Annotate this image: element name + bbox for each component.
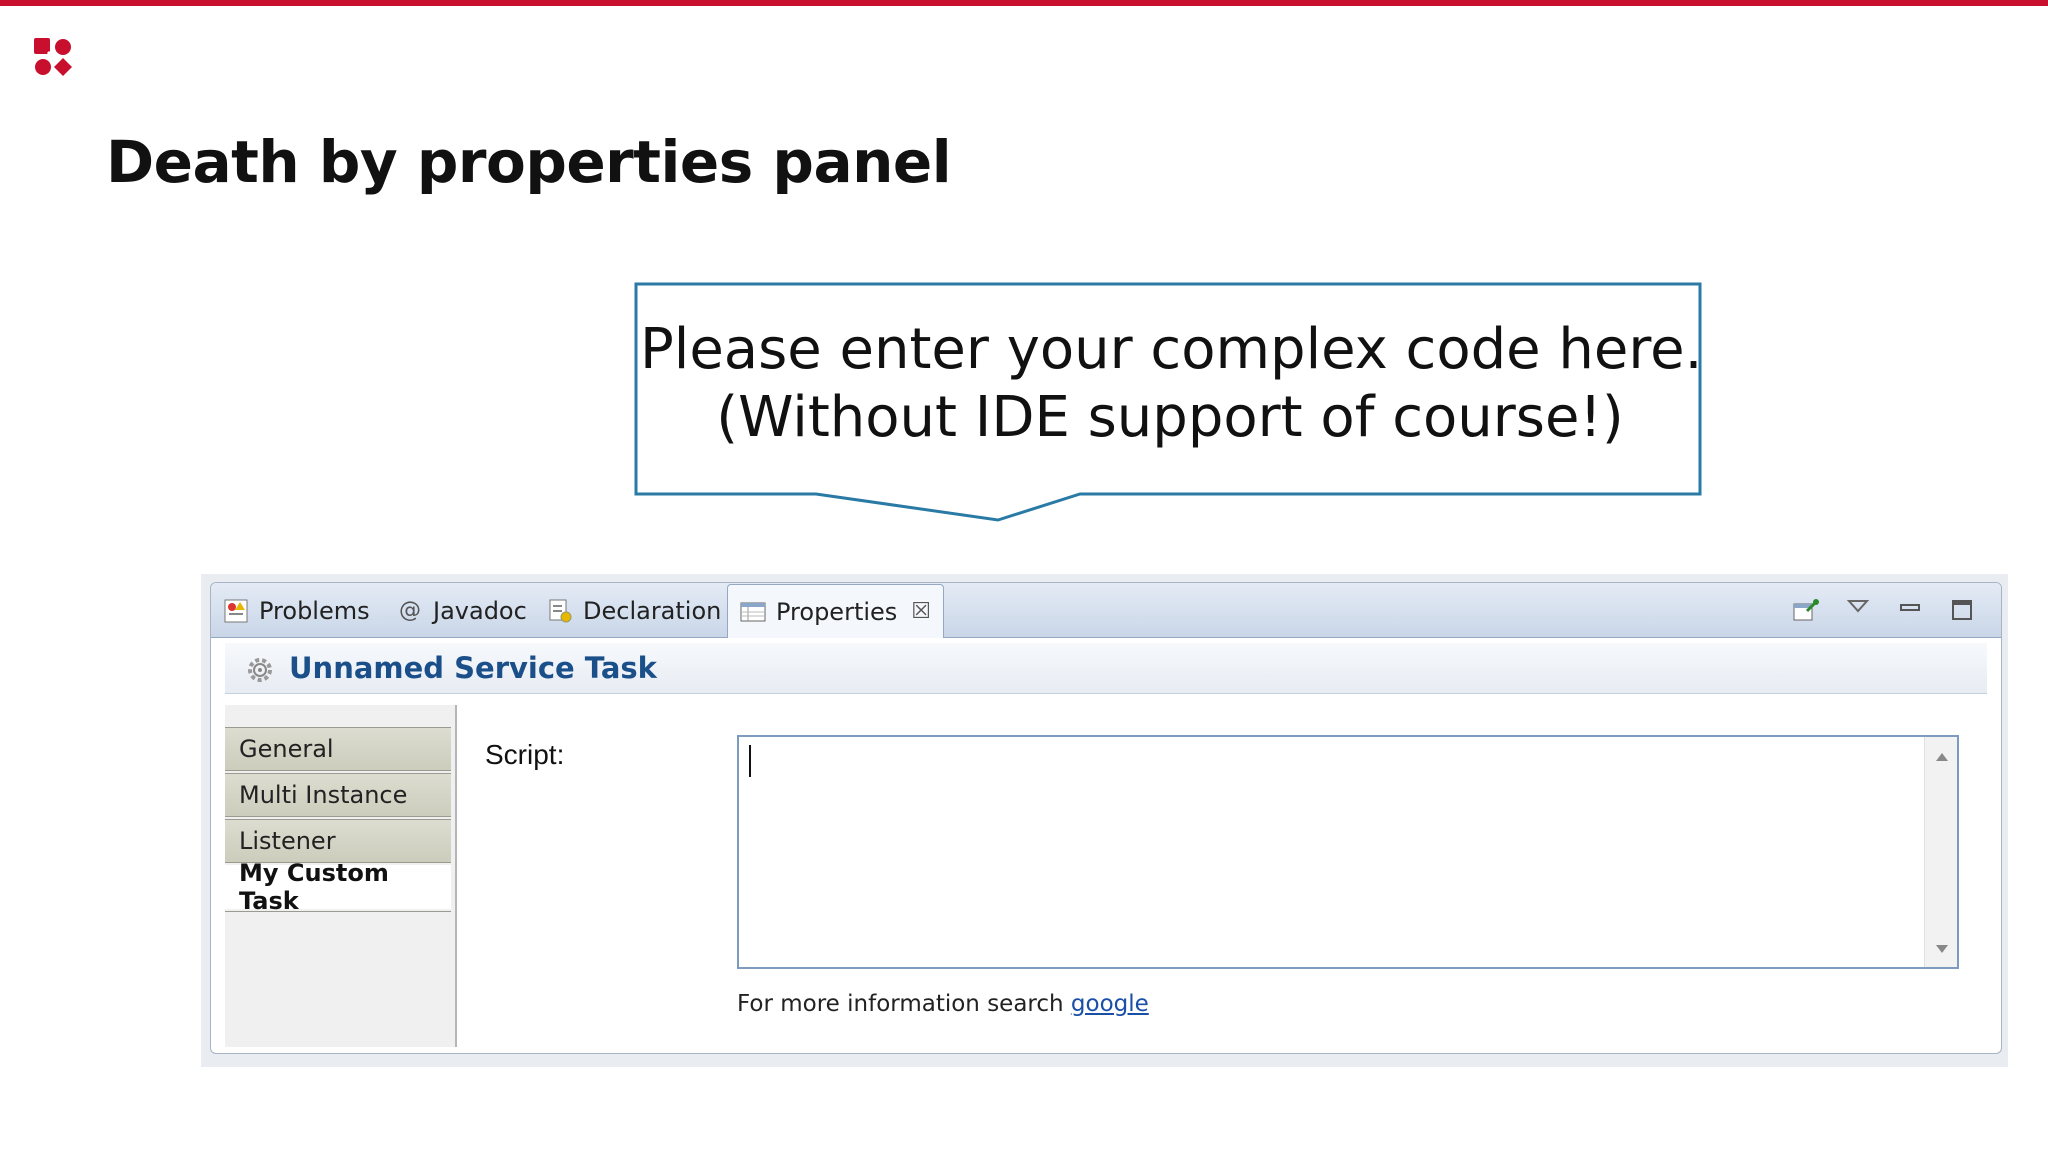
view-toolbar (1791, 595, 1977, 625)
pin-icon[interactable] (1791, 595, 1821, 625)
sidebar-item-label: My Custom Task (239, 859, 389, 915)
script-label: Script: (485, 739, 565, 770)
properties-header: Unnamed Service Task (225, 643, 1987, 694)
sidebar-item-label: General (239, 735, 334, 763)
minimize-icon[interactable] (1895, 595, 1925, 625)
brand-logo-icon (34, 38, 72, 76)
script-textarea[interactable] (737, 735, 1959, 969)
callout-line-2: (Without IDE support of course!) (716, 385, 1624, 450)
tab-label: Declaration (583, 597, 722, 625)
tab-javadoc[interactable]: @ Javadoc (397, 589, 527, 633)
sidebar-item-general[interactable]: General (225, 727, 451, 771)
vertical-scrollbar[interactable] (1924, 737, 1957, 967)
sidebar-item-listener[interactable]: Listener (225, 819, 451, 863)
properties-icon (740, 599, 766, 625)
tab-label: Properties (776, 597, 898, 626)
properties-view: Problems @ Javadoc Declaration Propertie… (210, 582, 2002, 1054)
slide-title: Death by properties panel (106, 128, 952, 196)
text-cursor (749, 745, 751, 777)
tab-label: Javadoc (433, 597, 527, 625)
sidebar-divider (225, 911, 451, 912)
problems-icon (223, 598, 249, 624)
gear-icon (248, 658, 272, 682)
top-accent-bar (0, 0, 2048, 6)
google-link[interactable]: google (1071, 991, 1149, 1017)
sidebar-item-multi-instance[interactable]: Multi Instance (225, 773, 451, 817)
sidebar-item-label: Listener (239, 827, 336, 855)
declaration-icon (547, 598, 573, 624)
scroll-up-icon[interactable] (1936, 753, 1948, 761)
scroll-down-icon[interactable] (1936, 945, 1948, 953)
property-tabs-sidebar: General Multi Instance Listener My Custo… (225, 705, 457, 1047)
tab-properties[interactable]: Properties ☒ (727, 584, 945, 638)
at-icon: @ (399, 598, 421, 623)
callout-line-1: Please enter your complex code here. (640, 317, 1703, 382)
tab-label: Problems (259, 597, 370, 625)
callout-text: Please enter your complex code here. (Wi… (640, 316, 1703, 452)
maximize-icon[interactable] (1947, 595, 1977, 625)
view-tab-bar: Problems @ Javadoc Declaration Propertie… (211, 583, 2001, 638)
tab-problems[interactable]: Problems (223, 589, 370, 633)
close-tab-icon[interactable]: ☒ (911, 599, 931, 624)
sidebar-item-my-custom-task[interactable]: My Custom Task (225, 859, 451, 915)
sidebar-item-label: Multi Instance (239, 781, 408, 809)
tab-declaration[interactable]: Declaration (547, 589, 721, 633)
view-menu-icon[interactable] (1843, 595, 1873, 625)
info-line: For more information search google (737, 991, 1149, 1017)
info-text: For more information search (737, 991, 1071, 1017)
task-title: Unnamed Service Task (289, 651, 657, 685)
